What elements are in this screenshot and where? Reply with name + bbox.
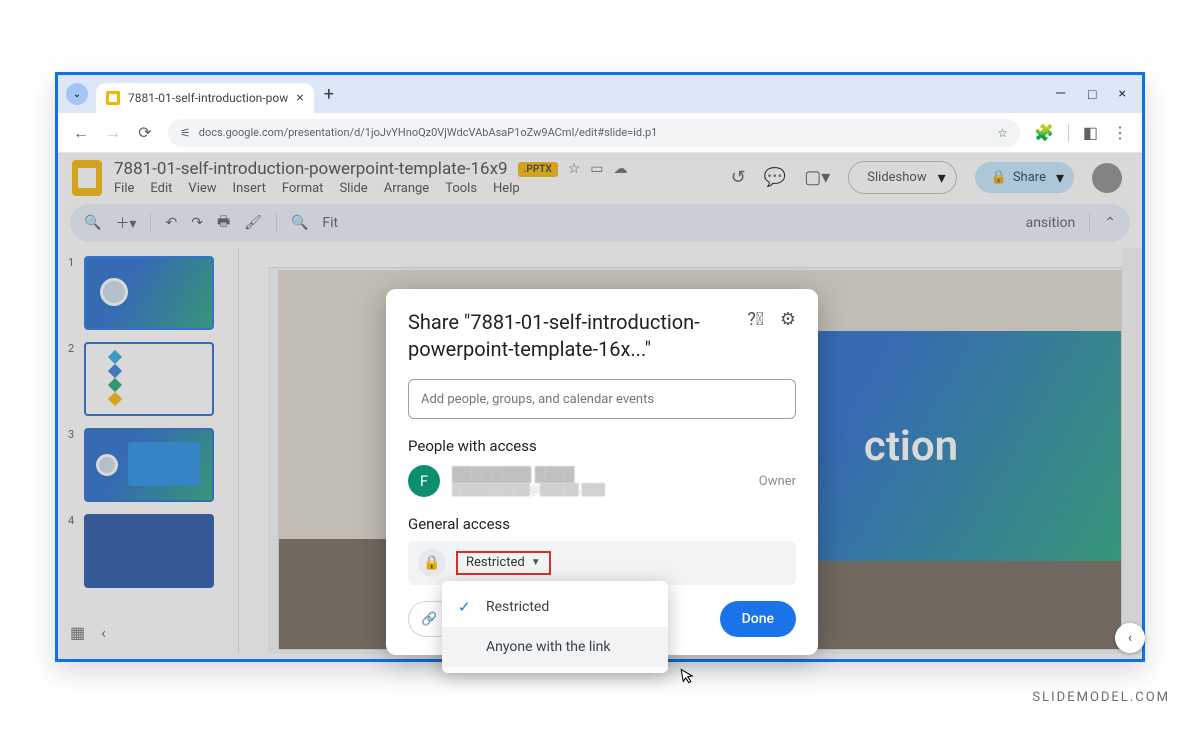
slides-favicon — [106, 91, 120, 105]
mouse-cursor-icon — [678, 666, 698, 690]
option-anyone-with-link[interactable]: Anyone with the link — [442, 627, 668, 667]
bookmark-star-icon[interactable]: ☆ — [997, 126, 1008, 140]
separator — [1068, 124, 1069, 142]
browser-tab[interactable]: 7881-01-self-introduction-pow × — [96, 83, 314, 113]
close-window-icon[interactable]: × — [1119, 86, 1126, 103]
browser-menu-icon[interactable]: ⋮ — [1112, 123, 1128, 142]
minimize-icon[interactable]: — — [1055, 86, 1066, 103]
tabs-menu-button[interactable]: ⌄ — [66, 83, 88, 105]
maximize-icon[interactable]: □ — [1088, 86, 1096, 103]
person-name: ████████ ████ — [452, 466, 605, 483]
option-restricted-label: Restricted — [486, 599, 549, 615]
avatar-initial: F — [420, 472, 428, 490]
url-text: docs.google.com/presentation/d/1joJvYHno… — [199, 126, 658, 139]
person-avatar: F — [408, 465, 440, 497]
person-email: ██████████@█████.███ — [452, 483, 605, 496]
dialog-title: Share "7881-01-self-introduction-powerpo… — [408, 309, 747, 363]
general-access-label: General access — [408, 515, 796, 533]
new-tab-button[interactable]: + — [324, 84, 334, 105]
tab-title: 7881-01-self-introduction-pow — [128, 91, 288, 105]
access-dropdown-menu: Restricted Anyone with the link — [442, 581, 668, 673]
access-dropdown-button[interactable]: Restricted ▼ — [456, 551, 551, 575]
done-label: Done — [742, 611, 774, 627]
caret-down-icon: ▼ — [531, 557, 541, 568]
close-tab-icon[interactable]: × — [296, 90, 303, 106]
add-people-input[interactable]: Add people, groups, and calendar events — [408, 379, 796, 419]
address-bar: ← → ⟳ ⚟ docs.google.com/presentation/d/1… — [58, 113, 1142, 153]
settings-gear-icon[interactable]: ⚙ — [780, 309, 796, 330]
share-dialog: Share "7881-01-self-introduction-powerpo… — [386, 289, 818, 655]
done-button[interactable]: Done — [720, 601, 796, 637]
show-side-panel-button[interactable]: ‹ — [1115, 623, 1145, 653]
person-row[interactable]: F ████████ ████ ██████████@█████.███ Own… — [408, 465, 796, 497]
sidepanel-icon[interactable]: ◧ — [1083, 123, 1098, 142]
tab-strip: ⌄ 7881-01-self-introduction-pow × + — □ … — [58, 75, 1142, 113]
option-anyone-label: Anyone with the link — [486, 639, 611, 655]
lock-circle-icon: 🔒 — [418, 549, 446, 577]
reload-icon[interactable]: ⟳ — [136, 123, 154, 142]
back-icon[interactable]: ← — [72, 123, 90, 143]
access-current-value: Restricted — [466, 555, 525, 570]
people-with-access-label: People with access — [408, 437, 796, 455]
site-info-icon[interactable]: ⚟ — [180, 126, 191, 140]
general-access-row: 🔒 Restricted ▼ Restricted Anyone with th… — [408, 541, 796, 585]
role-owner: Owner — [759, 474, 796, 489]
option-restricted[interactable]: Restricted — [442, 587, 668, 627]
app-area: 7881-01-self-introduction-powerpoint-tem… — [58, 153, 1142, 659]
watermark: SLIDEMODEL.COM — [1032, 690, 1170, 705]
url-bar[interactable]: ⚟ docs.google.com/presentation/d/1joJvYH… — [168, 119, 1020, 147]
forward-icon[interactable]: → — [104, 123, 122, 143]
help-icon[interactable]: ?⃝ — [747, 309, 764, 330]
browser-window: ⌄ 7881-01-self-introduction-pow × + — □ … — [55, 72, 1145, 662]
add-people-placeholder: Add people, groups, and calendar events — [421, 392, 654, 407]
link-icon: 🔗 — [421, 612, 437, 627]
extensions-icon[interactable]: 🧩 — [1034, 123, 1054, 142]
